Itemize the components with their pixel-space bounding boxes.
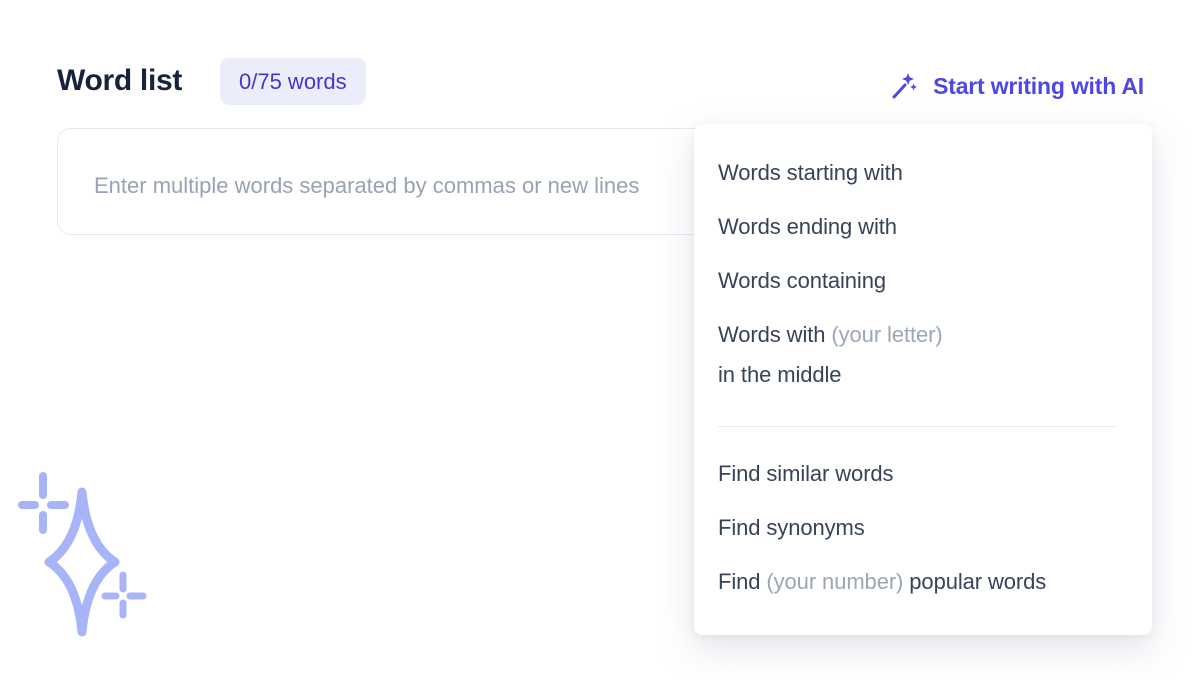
menu-divider — [718, 426, 1118, 427]
word-count-badge: 0/75 words — [220, 58, 366, 105]
word-count-label: 0/75 words — [239, 69, 347, 95]
menu-item-text: Find — [718, 569, 766, 594]
menu-item-placeholder-text: (your letter) — [831, 322, 942, 347]
menu-item-words-containing[interactable]: Words containing — [718, 254, 1128, 308]
menu-item-text: popular words — [909, 569, 1046, 594]
menu-item-placeholder-text: (your number) — [766, 569, 909, 594]
page-title: Word list — [57, 64, 182, 98]
ai-link-label: Start writing with AI — [933, 73, 1144, 100]
ai-options-dropdown: Words starting with Words ending with Wo… — [694, 124, 1152, 635]
menu-item-find-synonyms[interactable]: Find synonyms — [718, 501, 1128, 555]
magic-wand-icon — [887, 70, 919, 102]
sparkle-illustration — [12, 462, 152, 642]
menu-item-find-popular-words[interactable]: Find (your number) popular words — [718, 555, 1128, 609]
start-writing-with-ai-button[interactable]: Start writing with AI — [887, 70, 1144, 102]
menu-item-text: Words with — [718, 322, 831, 347]
menu-item-words-with-letter-in-middle[interactable]: Words with (your letter) in the middle — [718, 308, 1128, 402]
menu-item-text: in the middle — [718, 362, 841, 387]
menu-item-words-starting-with[interactable]: Words starting with — [718, 146, 1128, 200]
menu-item-words-ending-with[interactable]: Words ending with — [718, 200, 1128, 254]
menu-item-find-similar-words[interactable]: Find similar words — [718, 447, 1128, 501]
